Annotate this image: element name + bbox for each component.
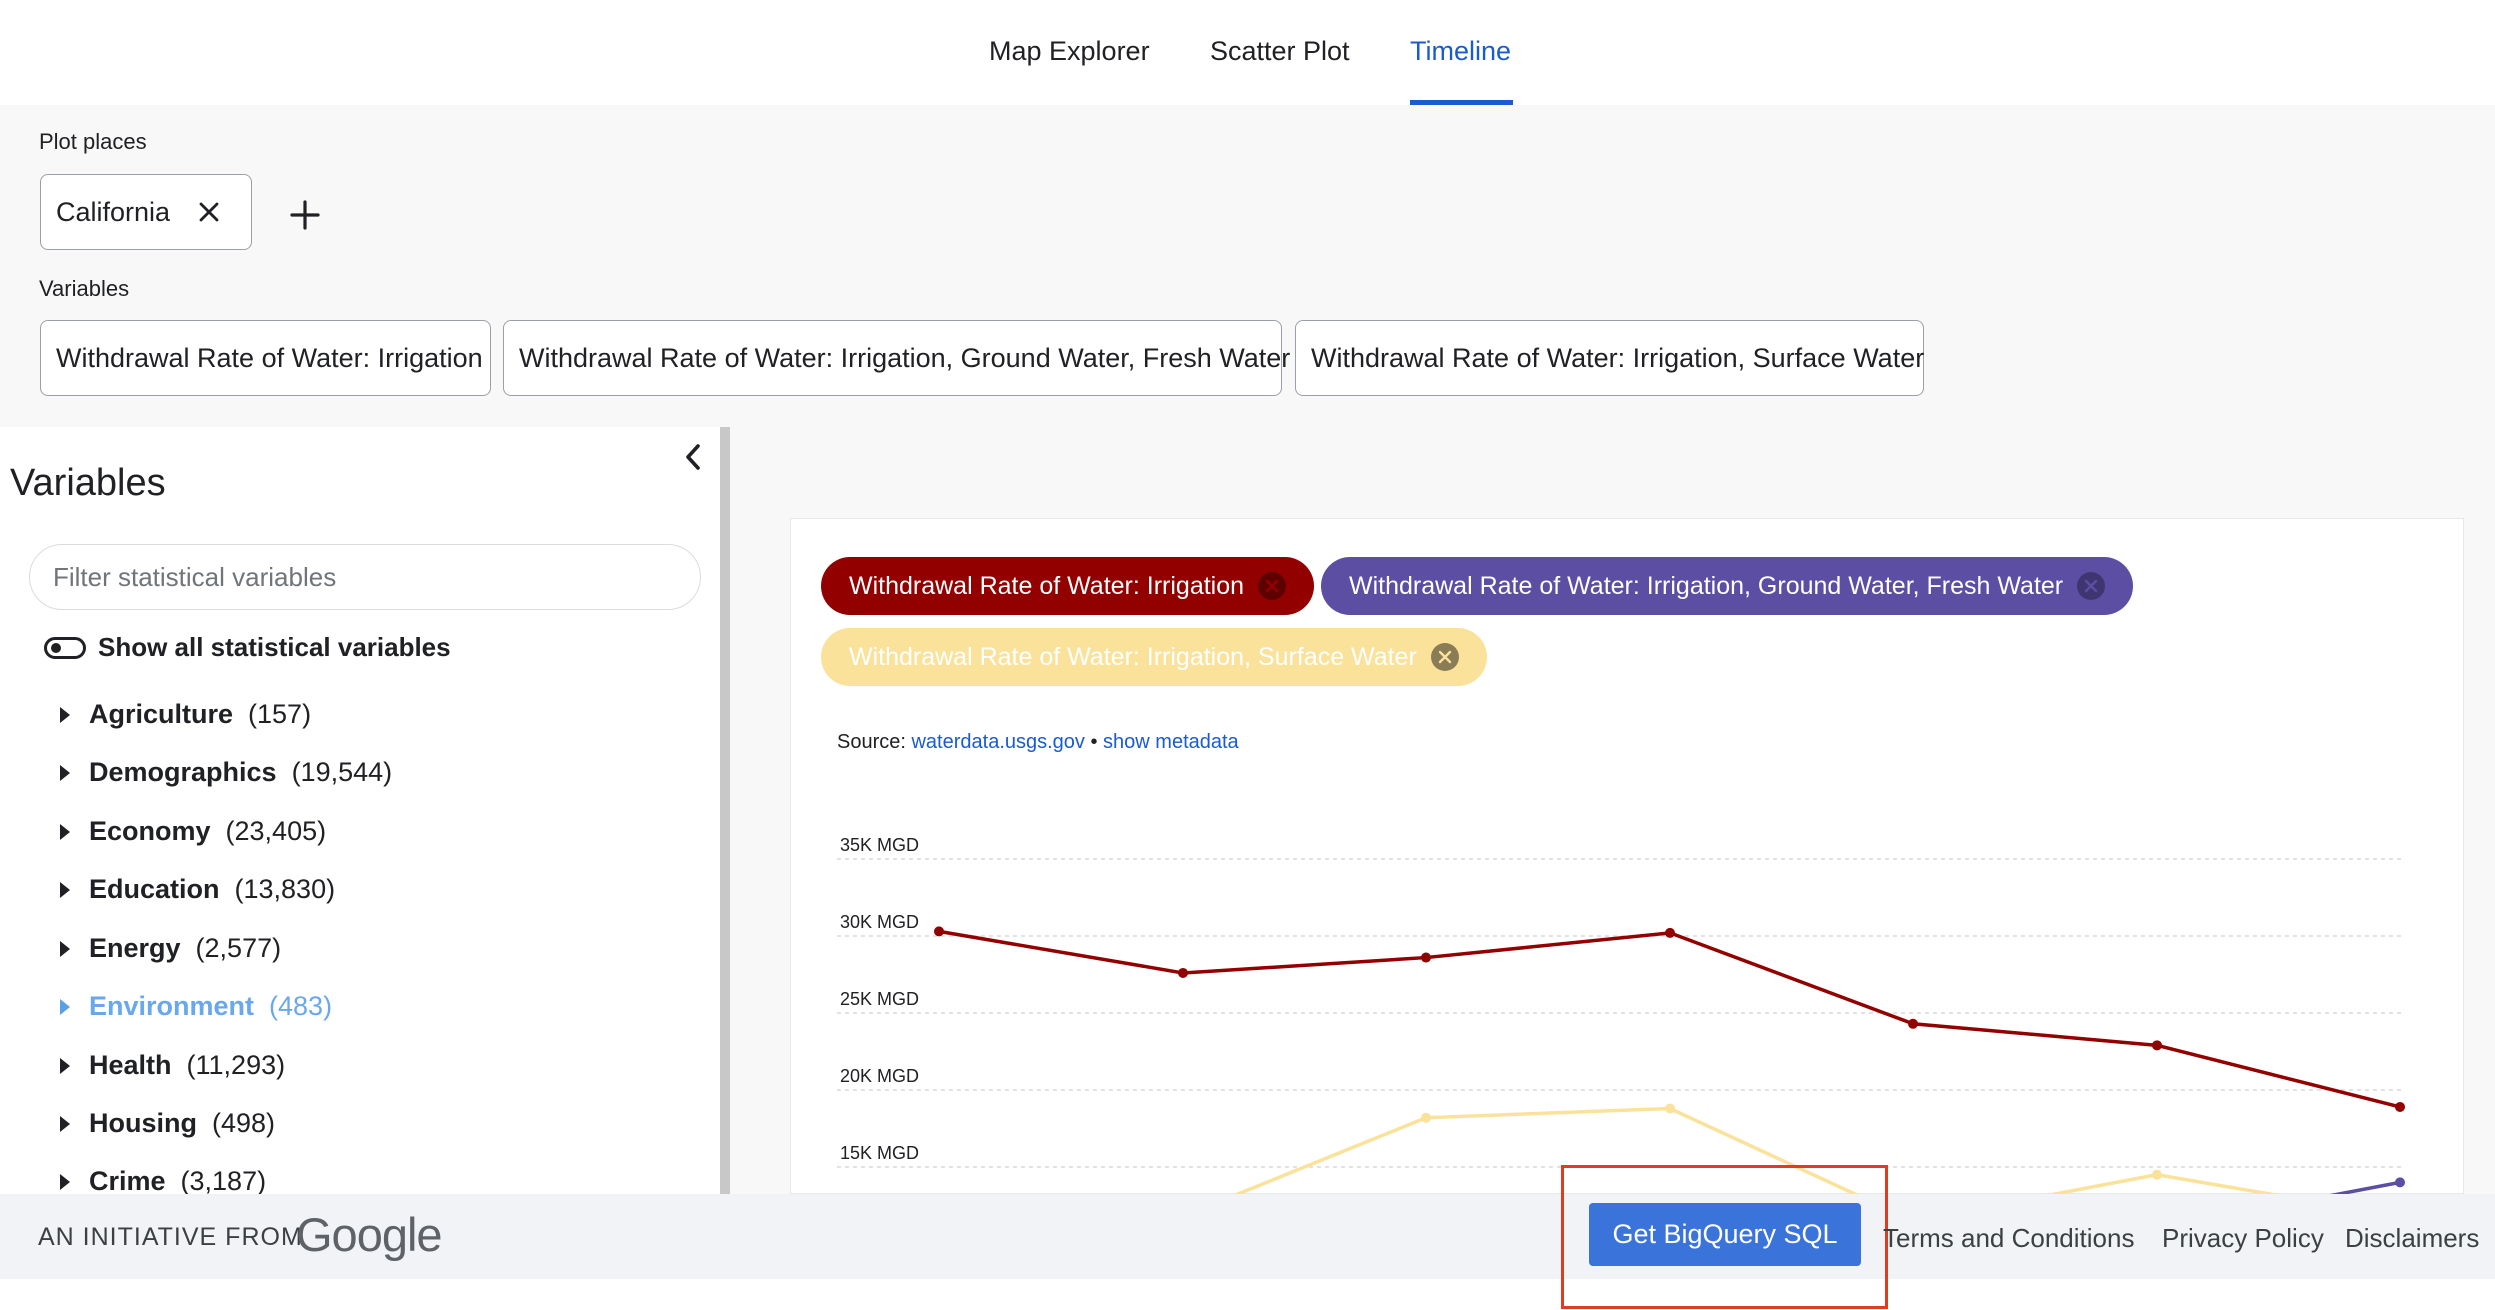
variable-chip-label: Withdrawal Rate of Water: Irrigation, Gr… [519,342,1291,373]
expand-triangle-icon [60,764,70,781]
data-point[interactable] [1421,1112,1431,1123]
category-name: Energy [89,933,181,963]
main-content: Variables Show all statistical variables… [0,427,2495,1197]
y-tick-label: 35K MGD [840,835,919,855]
category-economy[interactable]: Economy (23,405) [60,816,326,847]
chart-card: Withdrawal Rate of Water: Irrigation Wit… [790,518,2464,1195]
category-name: Health [89,1050,172,1080]
expand-triangle-icon [60,940,70,957]
get-bigquery-sql-button[interactable]: Get BigQuery SQL [1589,1203,1861,1266]
variable-chip-ground-water[interactable]: Withdrawal Rate of Water: Irrigation, Gr… [503,320,1290,396]
expand-triangle-icon [60,1057,70,1074]
tab-map-explorer[interactable]: Map Explorer [989,36,1150,67]
data-point[interactable] [1421,952,1431,963]
filter-input[interactable] [29,544,701,610]
top-navigation: Map Explorer Scatter Plot Timeline [0,0,2495,105]
category-energy[interactable]: Energy (2,577) [60,933,281,964]
category-health[interactable]: Health (11,293) [60,1050,285,1081]
close-icon[interactable] [198,201,220,223]
expand-triangle-icon [60,1115,70,1132]
data-point[interactable] [1178,967,1188,978]
sidebar-scrollbar[interactable] [720,427,730,1194]
variable-chip-label: Withdrawal Rate of Water: Irrigation [56,342,483,373]
place-chip-label: California [56,196,171,227]
data-point[interactable] [1908,1018,1918,1029]
toggle-label: Show all statistical variables [98,632,451,662]
category-count: (13,830) [234,874,336,904]
footer-bottom-strip [0,1279,2495,1310]
category-education[interactable]: Education (13,830) [60,874,335,905]
data-point[interactable] [1665,1103,1675,1114]
show-all-toggle-row[interactable]: Show all statistical variables [44,632,451,663]
data-point[interactable] [2395,1177,2405,1188]
category-name: Environment [89,991,255,1021]
category-crime[interactable]: Crime (3,187) [60,1166,266,1197]
variables-label: Variables [39,276,130,301]
variable-chip-irrigation[interactable]: Withdrawal Rate of Water: Irrigation [40,320,491,396]
category-demographics[interactable]: Demographics (19,544) [60,757,392,788]
category-name: Crime [89,1166,166,1196]
data-point[interactable] [2152,1040,2162,1051]
sidebar-title: Variables [10,462,166,504]
expand-triangle-icon [60,706,70,723]
tab-scatter-plot[interactable]: Scatter Plot [1210,36,1350,67]
terms-link[interactable]: Terms and Conditions [1883,1223,2134,1254]
y-tick-label: 20K MGD [840,1066,919,1086]
expand-triangle-icon [60,1173,70,1190]
variables-sidebar: Variables Show all statistical variables… [0,427,720,1197]
data-point[interactable] [1665,927,1675,938]
category-count: (157) [248,699,312,729]
expand-triangle-icon [60,881,70,898]
plot-places-label: Plot places [39,129,147,154]
data-point[interactable] [934,926,944,937]
toggle-switch[interactable] [44,636,86,659]
category-count: (2,577) [195,933,282,963]
privacy-link[interactable]: Privacy Policy [2162,1223,2324,1254]
category-count: (3,187) [180,1166,267,1196]
variable-chip-surface-water[interactable]: Withdrawal Rate of Water: Irrigation, Su… [1295,320,1924,396]
series-line-0 [938,929,2401,1109]
disclaimers-link[interactable]: Disclaimers [2345,1223,2479,1254]
category-count: (23,405) [225,816,327,846]
timeline-chart: 35K MGD 30K MGD 25K MGD 20K MGD 15K MGD [837,835,2405,1195]
data-point[interactable] [2152,1169,2162,1180]
category-agriculture[interactable]: Agriculture (157) [60,699,311,730]
expand-triangle-icon [60,823,70,840]
google-logo[interactable]: Google [296,1207,443,1262]
variable-chip-label: Withdrawal Rate of Water: Irrigation, Su… [1311,342,1925,373]
y-tick-label: 25K MGD [840,989,919,1009]
y-tick-label: 30K MGD [840,912,919,932]
y-tick-label: 15K MGD [840,1143,919,1163]
data-point[interactable] [2395,1101,2405,1112]
chevron-left-icon[interactable] [683,443,703,471]
category-housing[interactable]: Housing (498) [60,1108,275,1139]
series-line-1 [1230,1106,2287,1195]
category-name: Demographics [89,757,277,787]
tab-bar: Map Explorer Scatter Plot Timeline [0,0,2495,105]
initiative-text: AN INITIATIVE FROM [38,1223,303,1251]
category-count: (11,293) [186,1050,286,1080]
category-name: Education [89,874,220,904]
category-count: (483) [269,991,333,1021]
expand-triangle-icon [60,998,70,1015]
selection-panel: Plot places California Variables Withdra… [0,105,2495,427]
category-count: (498) [212,1108,276,1138]
tab-timeline[interactable]: Timeline [1410,36,1511,67]
category-name: Housing [89,1108,197,1138]
category-name: Economy [89,816,211,846]
category-name: Agriculture [89,699,234,729]
category-environment[interactable]: Environment (483) [60,991,332,1022]
category-count: (19,544) [291,757,393,787]
place-chip-california: California [40,174,252,250]
plus-icon[interactable] [289,199,321,231]
